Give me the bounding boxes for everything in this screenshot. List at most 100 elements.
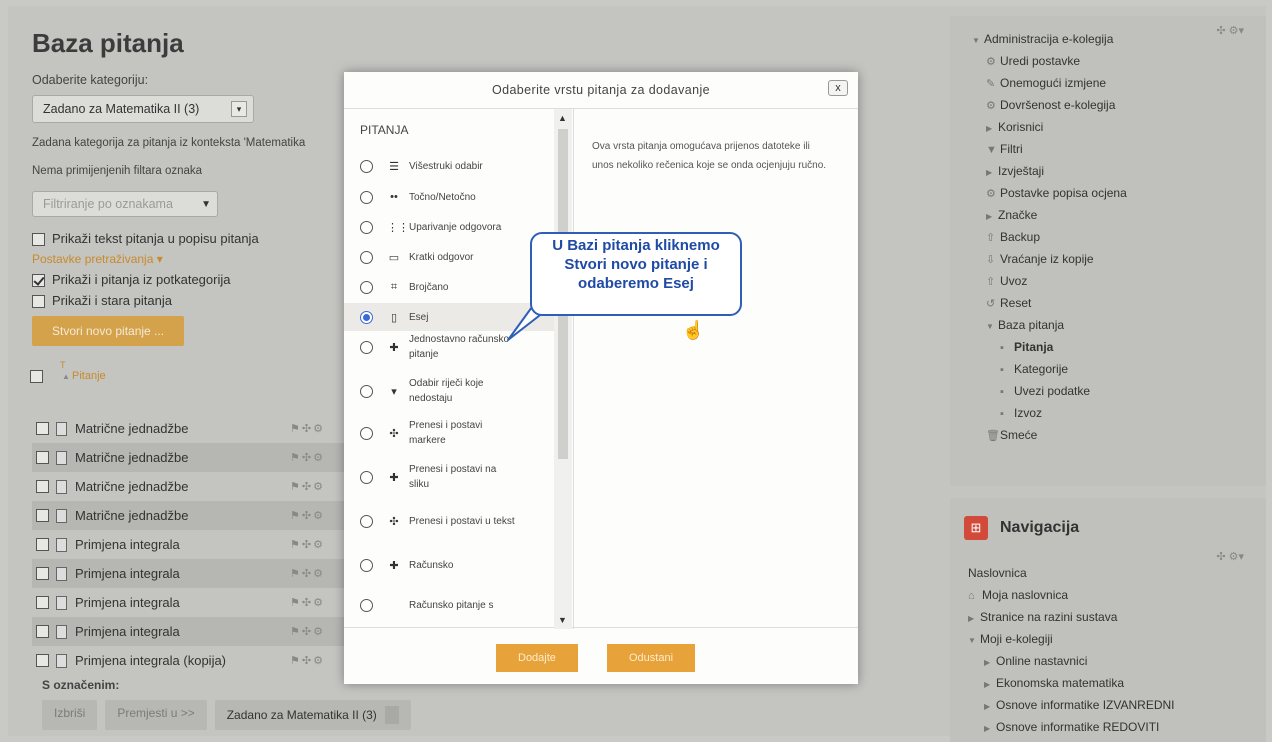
- row-checkbox[interactable]: [36, 480, 49, 493]
- question-name[interactable]: Primjena integrala: [75, 595, 180, 610]
- question-name[interactable]: Matrične jednadžbe: [75, 508, 188, 523]
- row-actions-icon[interactable]: ⚑✣⚙: [290, 538, 325, 551]
- radio-button[interactable]: [360, 426, 373, 440]
- question-type-option[interactable]: ✣ Prenesi i postavi markere: [344, 419, 554, 447]
- row-checkbox[interactable]: [36, 538, 49, 551]
- row-checkbox[interactable]: [36, 625, 49, 638]
- row-checkbox[interactable]: [36, 422, 49, 435]
- question-type-option[interactable]: Računsko pitanje s: [344, 591, 554, 619]
- radio-button[interactable]: [360, 310, 373, 324]
- sidebar-item[interactable]: 🗑Smeće: [972, 424, 1127, 446]
- radio-button[interactable]: [360, 220, 373, 234]
- move-target-select[interactable]: Zadano za Matematika II (3): [214, 700, 411, 730]
- question-name[interactable]: Primjena integrala (kopija): [75, 653, 226, 668]
- category-select[interactable]: Zadano za Matematika II (3) ▾: [32, 95, 254, 123]
- question-name[interactable]: Primjena integrala: [75, 537, 180, 552]
- add-button[interactable]: Dodajte: [496, 644, 578, 672]
- row-actions-icon[interactable]: ⚑✣⚙: [290, 625, 325, 638]
- nav-item[interactable]: ▼ Moji e-kolegiji: [968, 628, 1207, 650]
- show-text-checkbox[interactable]: [32, 233, 45, 247]
- block-actions-icon[interactable]: ✣ ⚙▾: [1216, 550, 1244, 563]
- row-actions-icon[interactable]: ⚑✣⚙: [290, 509, 325, 522]
- row-actions-icon[interactable]: ⚑✣⚙: [290, 422, 325, 435]
- row-actions-icon[interactable]: ⚑✣⚙: [290, 596, 325, 609]
- question-type-option[interactable]: ✣ Prenesi i postavi u tekst: [344, 507, 554, 535]
- show-text-row[interactable]: Prikaži tekst pitanja u popisu pitanja: [32, 231, 362, 247]
- row-actions-icon[interactable]: ⚑✣⚙: [290, 451, 325, 464]
- sidebar-item[interactable]: ▼ Administracija e-kolegija: [972, 28, 1127, 50]
- row-actions-icon[interactable]: ⚑✣⚙: [290, 480, 325, 493]
- sidebar-item[interactable]: ▼ Filtri: [972, 138, 1127, 160]
- sidebar-item[interactable]: ▶ Korisnici: [972, 116, 1127, 138]
- question-type-option[interactable]: ☰ Višestruki odabir: [344, 152, 554, 180]
- radio-button[interactable]: [360, 340, 373, 354]
- row-checkbox[interactable]: [36, 567, 49, 580]
- radio-button[interactable]: [360, 558, 373, 572]
- row-checkbox[interactable]: [36, 596, 49, 609]
- row-checkbox[interactable]: [36, 451, 49, 464]
- sidebar-item[interactable]: ⇧ Uvoz: [972, 270, 1127, 292]
- select-all-checkbox[interactable]: [30, 370, 43, 384]
- create-question-button[interactable]: Stvori novo pitanje ...: [32, 316, 185, 347]
- scroll-up-icon[interactable]: ▲: [558, 113, 567, 123]
- sidebar-item[interactable]: ⚙ Dovršenost e-kolegija: [972, 94, 1127, 116]
- question-name[interactable]: Primjena integrala: [75, 566, 180, 581]
- nav-item[interactable]: Naslovnica: [968, 562, 1207, 584]
- nav-item[interactable]: ▶ Ekonomska matematika: [968, 672, 1207, 694]
- sidebar-item[interactable]: ▪ Izvoz: [972, 402, 1127, 424]
- sidebar-item[interactable]: ▼ Baza pitanja: [972, 314, 1127, 336]
- scroll-down-icon[interactable]: ▼: [558, 615, 567, 625]
- sidebar-item[interactable]: ▪ Uvezi podatke: [972, 380, 1127, 402]
- nav-item[interactable]: ▶ Stranice na razini sustava: [968, 606, 1207, 628]
- nav-item[interactable]: ▶ Online nastavnici: [968, 650, 1207, 672]
- search-settings-link[interactable]: Postavke pretraživanja ▾: [32, 252, 362, 266]
- radio-button[interactable]: [360, 190, 373, 204]
- show-old-row[interactable]: Prikaži i stara pitanja: [32, 293, 362, 309]
- row-actions-icon[interactable]: ⚑✣⚙: [290, 654, 325, 667]
- sidebar-item[interactable]: ▪ Kategorije: [972, 358, 1127, 380]
- question-type-list[interactable]: PITANJA ▲ ▼ ☰ Višestruki odabir •• Točno/Ne…: [344, 109, 574, 629]
- sidebar-item[interactable]: ▶ Značke: [972, 204, 1127, 226]
- sidebar-item[interactable]: ↺ Reset: [972, 292, 1127, 314]
- column-question-header[interactable]: Pitanje: [72, 370, 106, 382]
- close-icon[interactable]: x: [828, 80, 848, 96]
- question-name[interactable]: Matrične jednadžbe: [75, 450, 188, 465]
- radio-button[interactable]: [360, 384, 373, 398]
- sidebar-item[interactable]: ✎ Onemogući izmjene: [972, 72, 1127, 94]
- question-name[interactable]: Primjena integrala: [75, 624, 180, 639]
- show-sub-checkbox[interactable]: [32, 274, 45, 288]
- radio-button[interactable]: [360, 250, 373, 264]
- row-checkbox[interactable]: [36, 654, 49, 667]
- delete-button[interactable]: Izbriši: [42, 700, 98, 730]
- question-name[interactable]: Matrične jednadžbe: [75, 479, 188, 494]
- sidebar-item[interactable]: ▪ Pitanja: [972, 336, 1127, 358]
- question-type-option[interactable]: ▭ Kratki odgovor: [344, 243, 554, 271]
- question-type-option[interactable]: ▾ Odabir riječi koje nedostaju: [344, 377, 554, 405]
- question-type-option[interactable]: ✚ Prenesi i postavi na sliku: [344, 463, 554, 491]
- radio-button[interactable]: [360, 159, 373, 173]
- sidebar-item[interactable]: ⚙ Postavke popisa ocjena: [972, 182, 1127, 204]
- sidebar-item[interactable]: ⇩ Vraćanje iz kopije: [972, 248, 1127, 270]
- nav-item[interactable]: ▶Informacijski sustavi IZVANREDNI (PIJ): [968, 738, 1207, 742]
- move-button[interactable]: Premjesti u >>: [105, 700, 207, 730]
- nav-item[interactable]: ▶ Osnove informatike REDOVITI: [968, 716, 1207, 738]
- nav-item[interactable]: ▶ Osnove informatike IZVANREDNI: [968, 694, 1207, 716]
- question-type-option[interactable]: ✚ Računsko: [344, 551, 554, 579]
- radio-button[interactable]: [360, 470, 373, 484]
- sidebar-item[interactable]: ⚙ Uredi postavke: [972, 50, 1127, 72]
- nav-item[interactable]: ⌂ Moja naslovnica: [968, 584, 1207, 606]
- question-name[interactable]: Matrične jednadžbe: [75, 421, 188, 436]
- question-type-option[interactable]: ⋮⋮ Uparivanje odgovora: [344, 213, 554, 241]
- sort-indicator[interactable]: T: [60, 360, 66, 370]
- radio-button[interactable]: [360, 514, 373, 528]
- radio-button[interactable]: [360, 598, 373, 612]
- row-actions-icon[interactable]: ⚑✣⚙: [290, 567, 325, 580]
- show-sub-row[interactable]: Prikaži i pitanja iz potkategorija: [32, 272, 362, 288]
- show-old-checkbox[interactable]: [32, 295, 45, 309]
- block-actions-icon[interactable]: ✣ ⚙▾: [1216, 24, 1244, 37]
- scrollbar[interactable]: ▲ ▼: [554, 109, 572, 629]
- sidebar-item[interactable]: ▶ Izvještaji: [972, 160, 1127, 182]
- cancel-button[interactable]: Odustani: [607, 644, 696, 672]
- row-checkbox[interactable]: [36, 509, 49, 522]
- question-type-option[interactable]: •• Točno/Netočno: [344, 183, 554, 211]
